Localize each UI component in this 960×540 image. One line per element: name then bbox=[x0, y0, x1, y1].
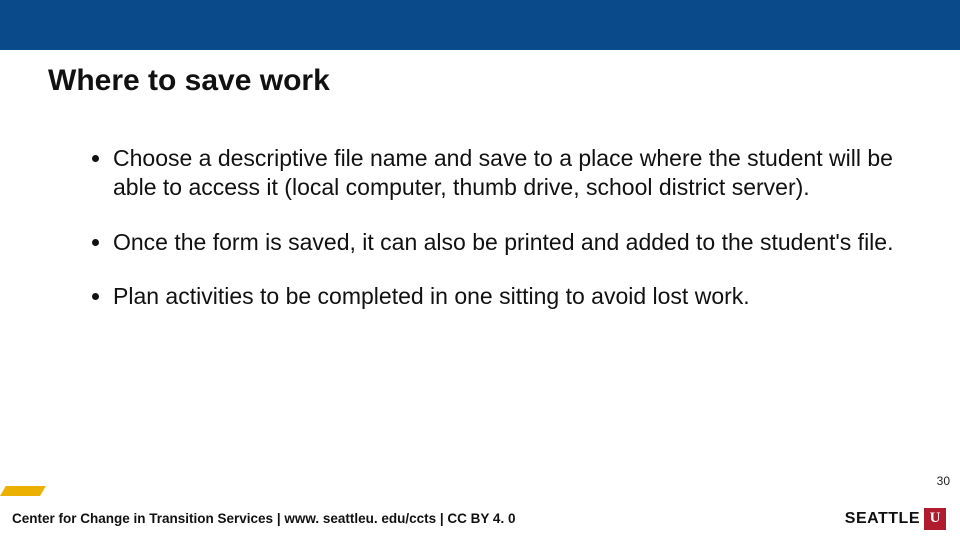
logo-text: SEATTLE bbox=[845, 510, 920, 528]
accent-triangle bbox=[0, 486, 46, 496]
footer-text: Center for Change in Transition Services… bbox=[12, 511, 515, 526]
logo-u-icon bbox=[924, 508, 946, 530]
footer: Center for Change in Transition Services… bbox=[0, 496, 960, 540]
bullet-item: Plan activities to be completed in one s… bbox=[113, 282, 915, 311]
slide: Where to save work Choose a descriptive … bbox=[0, 0, 960, 540]
seattleu-logo: SEATTLE bbox=[845, 508, 946, 530]
slide-title: Where to save work bbox=[48, 64, 330, 98]
bullet-item: Choose a descriptive file name and save … bbox=[113, 144, 915, 202]
bullet-item: Once the form is saved, it can also be p… bbox=[113, 228, 915, 257]
top-bar bbox=[0, 0, 960, 50]
page-number: 30 bbox=[937, 474, 950, 488]
bullet-list: Choose a descriptive file name and save … bbox=[85, 144, 915, 337]
